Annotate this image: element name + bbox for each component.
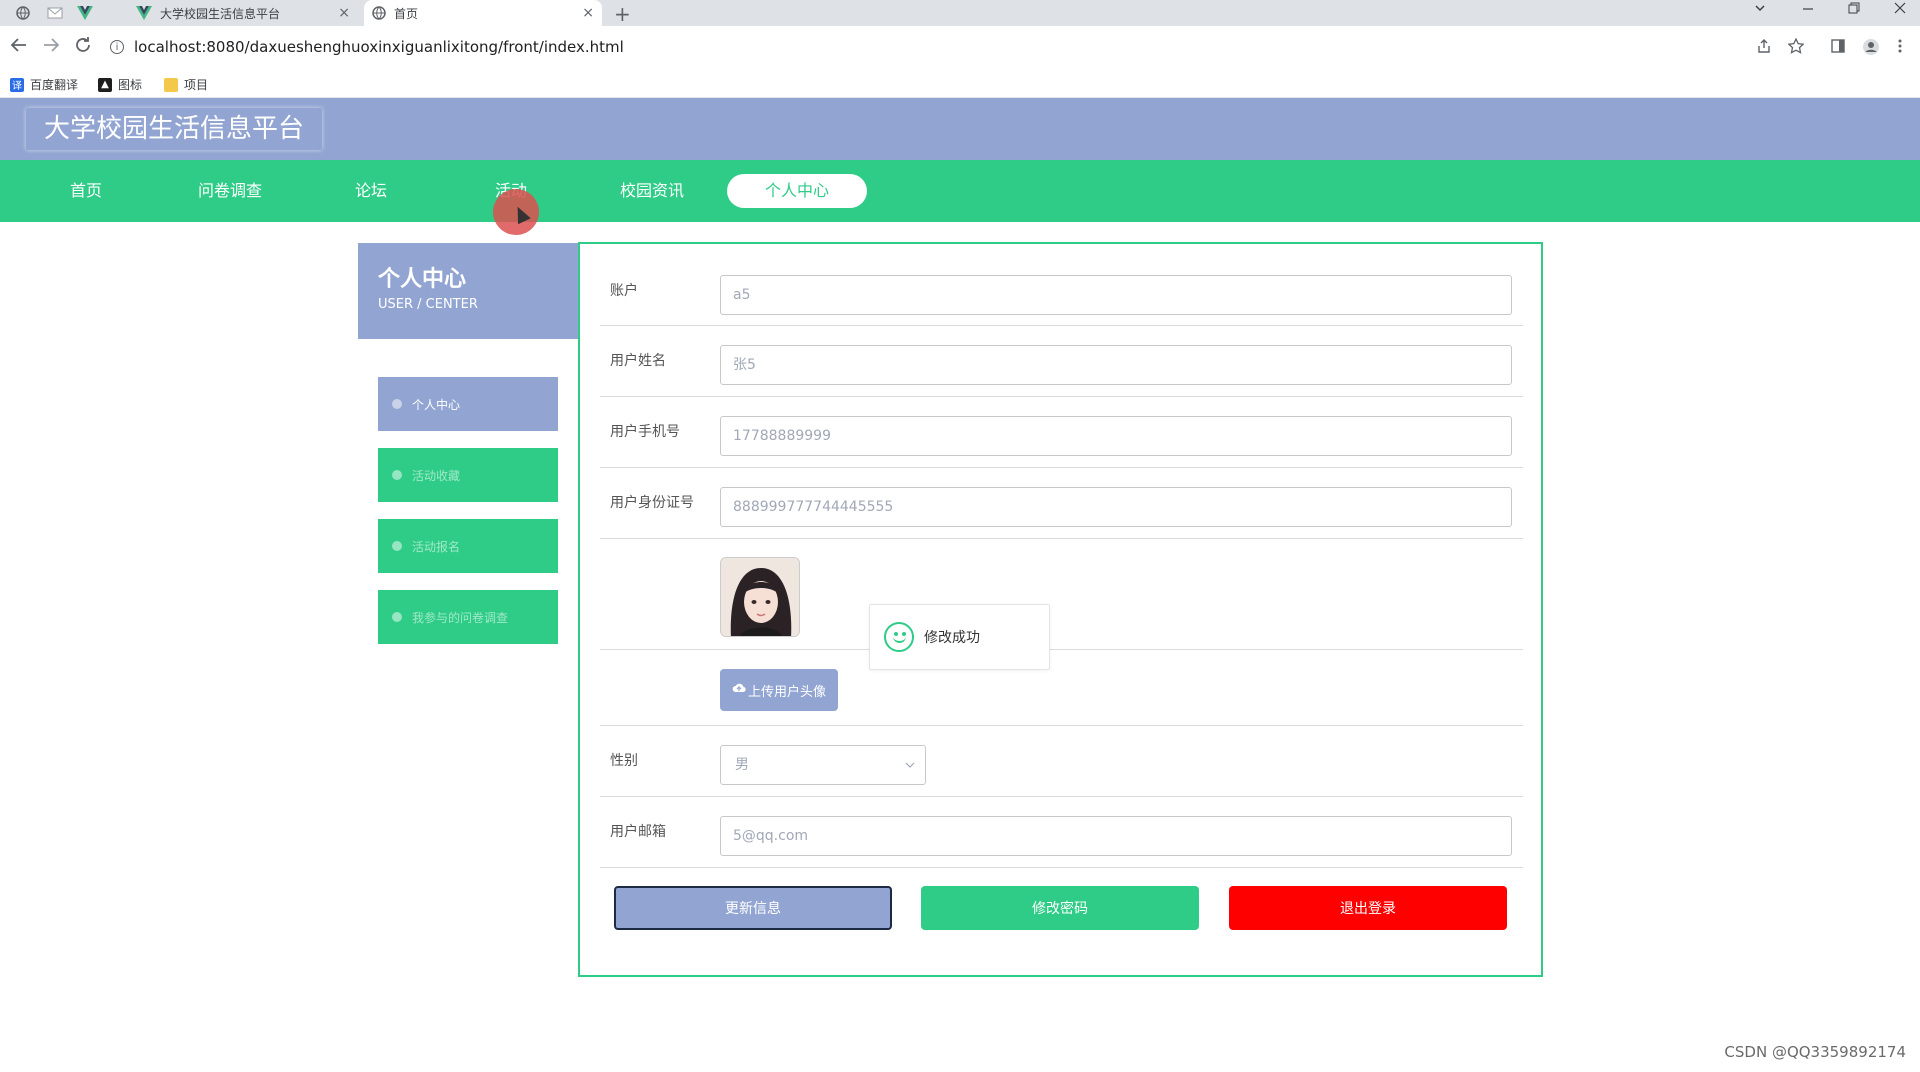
email-label: 用户邮箱 <box>610 824 666 840</box>
restore-icon[interactable] <box>1848 2 1860 18</box>
form-row-phone: 用户手机号 17788889999 <box>600 397 1523 468</box>
profile-form: 账户 a5 用户姓名 张5 用户手机号 17788889999 用户身份证号 8… <box>578 242 1543 977</box>
bookmarks-bar: 译 百度翻译 ▲ 图标 项目 <box>0 70 1920 98</box>
phone-input[interactable]: 17788889999 <box>720 416 1512 456</box>
bullet-icon <box>392 470 402 480</box>
tab-platform[interactable]: 大学校园生活信息平台 × <box>128 0 358 26</box>
bullet-icon <box>392 399 402 409</box>
share-icon[interactable] <box>1756 38 1772 58</box>
tab-home[interactable]: 首页 × <box>364 0 602 26</box>
nav-campus-news[interactable]: 校园资讯 <box>620 160 684 222</box>
site-info-icon[interactable]: i <box>110 40 124 54</box>
sidebar-item-label: 活动报名 <box>412 539 461 554</box>
translate-icon: 译 <box>10 77 24 92</box>
sidebar-item-my-surveys[interactable]: 我参与的问卷调查 <box>378 590 558 644</box>
nav-home[interactable]: 首页 <box>70 160 102 222</box>
form-row-id-number: 用户身份证号 888999777744445555 <box>600 468 1523 539</box>
tab-title: 大学校园生活信息平台 <box>160 6 281 21</box>
bookmark-label: 项目 <box>184 78 209 92</box>
gender-select[interactable]: 男 <box>720 745 926 785</box>
close-window-icon[interactable] <box>1894 2 1906 18</box>
sidebar-item-label: 活动收藏 <box>412 468 461 483</box>
site-title[interactable]: 大学校园生活信息平台 <box>26 108 323 150</box>
bookmark-star-icon[interactable] <box>1787 37 1805 58</box>
forward-icon[interactable] <box>42 35 60 59</box>
folder-icon <box>164 77 178 92</box>
sidebar-item-personal-center[interactable]: 个人中心 <box>378 377 558 431</box>
sidebar-item-activity-signup[interactable]: 活动报名 <box>378 519 558 573</box>
more-icon[interactable] <box>1898 38 1902 58</box>
name-input[interactable]: 张5 <box>720 345 1512 385</box>
nav-survey[interactable]: 问卷调查 <box>198 160 262 222</box>
phone-label: 用户手机号 <box>610 424 680 440</box>
profile-icon[interactable] <box>1862 38 1880 60</box>
tab-search-icon[interactable] <box>1754 2 1766 18</box>
sidebar-item-activity-favorites[interactable]: 活动收藏 <box>378 448 558 502</box>
cloud-upload-icon <box>732 682 746 698</box>
mail-icon[interactable] <box>46 4 64 22</box>
smile-icon <box>884 622 914 652</box>
tab-title: 首页 <box>394 6 419 21</box>
change-password-button[interactable]: 修改密码 <box>921 886 1199 930</box>
site-header: 大学校园生活信息平台 <box>0 98 1920 160</box>
form-row-name: 用户姓名 张5 <box>600 326 1523 397</box>
chevron-down-icon <box>905 746 915 801</box>
success-toast: 修改成功 <box>869 604 1050 670</box>
gender-value: 男 <box>735 757 749 773</box>
browser-toolbar: i localhost:8080/daxueshenghuoxinxiguanl… <box>0 26 1920 70</box>
close-icon[interactable]: × <box>582 5 594 21</box>
side-panel-icon[interactable] <box>1830 38 1846 58</box>
gender-label: 性别 <box>610 753 638 769</box>
form-row-gender: 性别 男 <box>600 726 1523 797</box>
vue-icon <box>136 6 152 20</box>
minimize-icon[interactable] <box>1802 2 1814 18</box>
globe-icon <box>372 6 386 20</box>
watermark: CSDN @QQ3359892174 <box>1724 1043 1906 1061</box>
form-row-account: 账户 a5 <box>600 244 1523 326</box>
back-icon[interactable] <box>10 35 28 59</box>
upload-avatar-button[interactable]: 上传用户头像 <box>720 669 838 711</box>
sidebar-title: 个人中心 <box>378 267 467 292</box>
id-number-input[interactable]: 888999777744445555 <box>720 487 1512 527</box>
bookmark-projects[interactable]: 项目 <box>164 76 208 93</box>
update-info-button[interactable]: 更新信息 <box>614 886 892 930</box>
account-label: 账户 <box>610 283 638 299</box>
form-row-email: 用户邮箱 5@qq.com <box>600 797 1523 868</box>
vue-icon[interactable] <box>76 4 94 22</box>
sidebar-subtitle: USER / CENTER <box>378 297 478 312</box>
bookmark-label: 图标 <box>118 78 143 92</box>
account-input[interactable]: a5 <box>720 275 1512 315</box>
url-text[interactable]: localhost:8080/daxueshenghuoxinxiguanlix… <box>134 38 624 56</box>
bookmark-label: 百度翻译 <box>30 78 79 92</box>
sidebar-item-label: 个人中心 <box>412 397 461 412</box>
logout-button[interactable]: 退出登录 <box>1229 886 1507 930</box>
address-bar[interactable]: i localhost:8080/daxueshenghuoxinxiguanl… <box>110 32 1780 62</box>
user-avatar[interactable] <box>720 557 800 637</box>
close-icon[interactable]: × <box>338 5 350 21</box>
name-label: 用户姓名 <box>610 353 666 369</box>
main-nav: 首页 问卷调查 论坛 活动 校园资讯 个人中心 <box>0 160 1920 222</box>
id-number-label: 用户身份证号 <box>610 495 694 511</box>
bookmark-icons[interactable]: ▲ 图标 <box>98 76 142 93</box>
upload-avatar-label: 上传用户头像 <box>747 684 826 700</box>
sidebar-header: 个人中心 USER / CENTER <box>358 243 578 339</box>
bookmark-baidu-translate[interactable]: 译 百度翻译 <box>10 76 78 93</box>
toast-message: 修改成功 <box>924 630 980 646</box>
new-tab-button[interactable]: + <box>614 2 631 26</box>
sidebar-item-label: 我参与的问卷调查 <box>412 610 509 625</box>
bullet-icon <box>392 612 402 622</box>
icon-library-icon: ▲ <box>98 77 112 92</box>
browser-tab-bar: 大学校园生活信息平台 × 首页 × + <box>0 0 1920 26</box>
reload-icon[interactable] <box>74 35 92 59</box>
bullet-icon <box>392 541 402 551</box>
nav-forum[interactable]: 论坛 <box>355 160 387 222</box>
email-input[interactable]: 5@qq.com <box>720 816 1512 856</box>
nav-personal-center[interactable]: 个人中心 <box>727 174 867 208</box>
globe-icon[interactable] <box>14 4 32 22</box>
